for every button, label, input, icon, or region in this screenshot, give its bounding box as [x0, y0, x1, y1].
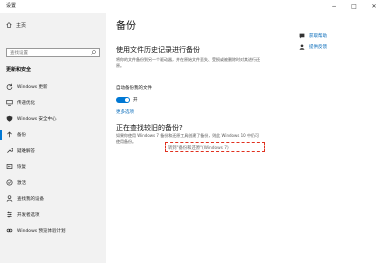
sidebar-item-label: 备份	[17, 133, 26, 138]
developer-icon	[7, 211, 12, 218]
home-icon	[6, 22, 12, 28]
sidebar-item-label: Windows 安全中心	[17, 117, 57, 122]
sidebar-item-windows-update[interactable]: Windows 更新	[0, 81, 106, 93]
auto-backup-label: 自动备份我的文件	[116, 86, 152, 91]
sidebar-item-label: 查找我的设备	[17, 197, 44, 202]
sidebar-item-label: 激活	[17, 181, 26, 186]
file-history-heading: 使用文件历史记录进行备份	[116, 46, 200, 54]
sidebar-item-label: 疑难解答	[17, 149, 35, 154]
get-help-link[interactable]: 获取帮助	[299, 33, 327, 39]
sidebar-item-delivery-optimization[interactable]: 传递优化	[0, 97, 106, 109]
home-link[interactable]: 主页	[6, 21, 26, 29]
search-input[interactable]: 查找设置	[6, 48, 100, 57]
backup-restore-link-highlight[interactable]: 转到"备份和还原"(Windows 7)	[165, 142, 265, 152]
person-location-icon	[6, 195, 13, 202]
minimize-button[interactable]: −	[326, 1, 342, 12]
page-title: 备份	[116, 21, 136, 32]
maximize-button[interactable]: □	[346, 1, 362, 12]
sidebar-item-label: 开发者选项	[17, 213, 40, 218]
sidebar-item-find-my-device[interactable]: 查找我的设备	[0, 193, 106, 205]
auto-backup-toggle[interactable]	[116, 97, 130, 103]
sidebar-item-label: Windows 预览体验计划	[17, 229, 66, 234]
backup-arrow-icon	[7, 131, 12, 138]
help-chat-icon	[299, 33, 305, 39]
selection-indicator	[0, 130, 2, 140]
get-help-label: 获取帮助	[309, 34, 327, 39]
sidebar-item-recovery[interactable]: 恢复	[0, 161, 106, 173]
file-history-description: 将你的文件备份到另一个驱动器，并在原始文件丢失、受损或被删除时对其进行还原。	[116, 57, 260, 68]
delivery-optimization-icon	[6, 100, 13, 106]
search-placeholder: 查找设置	[10, 51, 28, 56]
sidebar-item-backup[interactable]: 备份	[0, 129, 106, 141]
sidebar-item-developer-options[interactable]: 开发者选项	[0, 209, 106, 221]
sidebar-item-windows-security[interactable]: Windows 安全中心	[0, 113, 106, 125]
toggle-state-label: 开	[133, 98, 138, 103]
sidebar-item-activation[interactable]: 激活	[0, 177, 106, 189]
sync-icon	[6, 83, 13, 90]
sidebar-item-label: Windows 更新	[17, 85, 48, 90]
title-bar: 设置 − □ ✕	[0, 0, 388, 13]
more-options-link[interactable]: 更多选项	[116, 109, 134, 115]
sidebar-item-windows-insider[interactable]: Windows 预览体验计划	[0, 225, 106, 237]
shield-icon	[6, 115, 13, 122]
give-feedback-link[interactable]: 提供反馈	[299, 44, 327, 50]
feedback-icon	[299, 44, 305, 50]
section-title: 更新和安全	[6, 67, 32, 73]
backup-restore-link[interactable]: 转到"备份和还原"(Windows 7)	[168, 145, 229, 151]
give-feedback-label: 提供反馈	[309, 45, 327, 50]
main-content: 备份 使用文件历史记录进行备份 将你的文件备份到另一个驱动器，并在原始文件丢失、…	[106, 13, 388, 263]
sidebar-item-label: 传递优化	[17, 101, 35, 106]
sidebar-item-label: 恢复	[17, 165, 26, 170]
wrench-icon	[7, 148, 13, 153]
toggle-knob	[125, 98, 129, 102]
close-button[interactable]: ✕	[366, 1, 382, 12]
insider-icon	[6, 228, 13, 233]
search-icon	[91, 50, 96, 55]
sidebar-item-troubleshoot[interactable]: 疑难解答	[0, 145, 106, 157]
home-label: 主页	[16, 22, 27, 29]
sidebar: 主页 查找设置 更新和安全 Windows 更新 传递优化 Windows 安全…	[0, 13, 106, 263]
window-title: 设置	[6, 3, 17, 9]
older-backup-heading: 正在查找较旧的备份?	[116, 124, 183, 132]
recovery-icon	[6, 164, 13, 169]
check-circle-icon	[6, 179, 13, 186]
